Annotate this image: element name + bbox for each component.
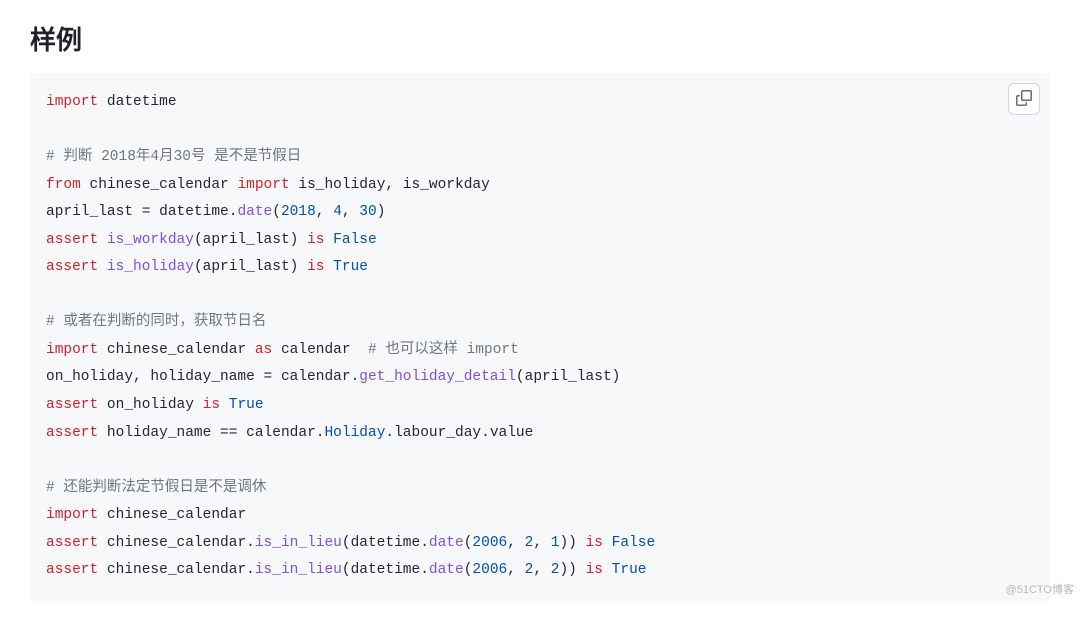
section-heading: 样例	[30, 20, 1050, 57]
watermark: @51CTO博客	[1006, 581, 1074, 597]
code-content: import datetime # 判断 2018年4月30号 是不是节假日 f…	[46, 89, 1034, 585]
code-block: import datetime # 判断 2018年4月30号 是不是节假日 f…	[30, 73, 1050, 601]
copy-icon	[1016, 90, 1032, 109]
copy-button[interactable]	[1008, 83, 1040, 115]
